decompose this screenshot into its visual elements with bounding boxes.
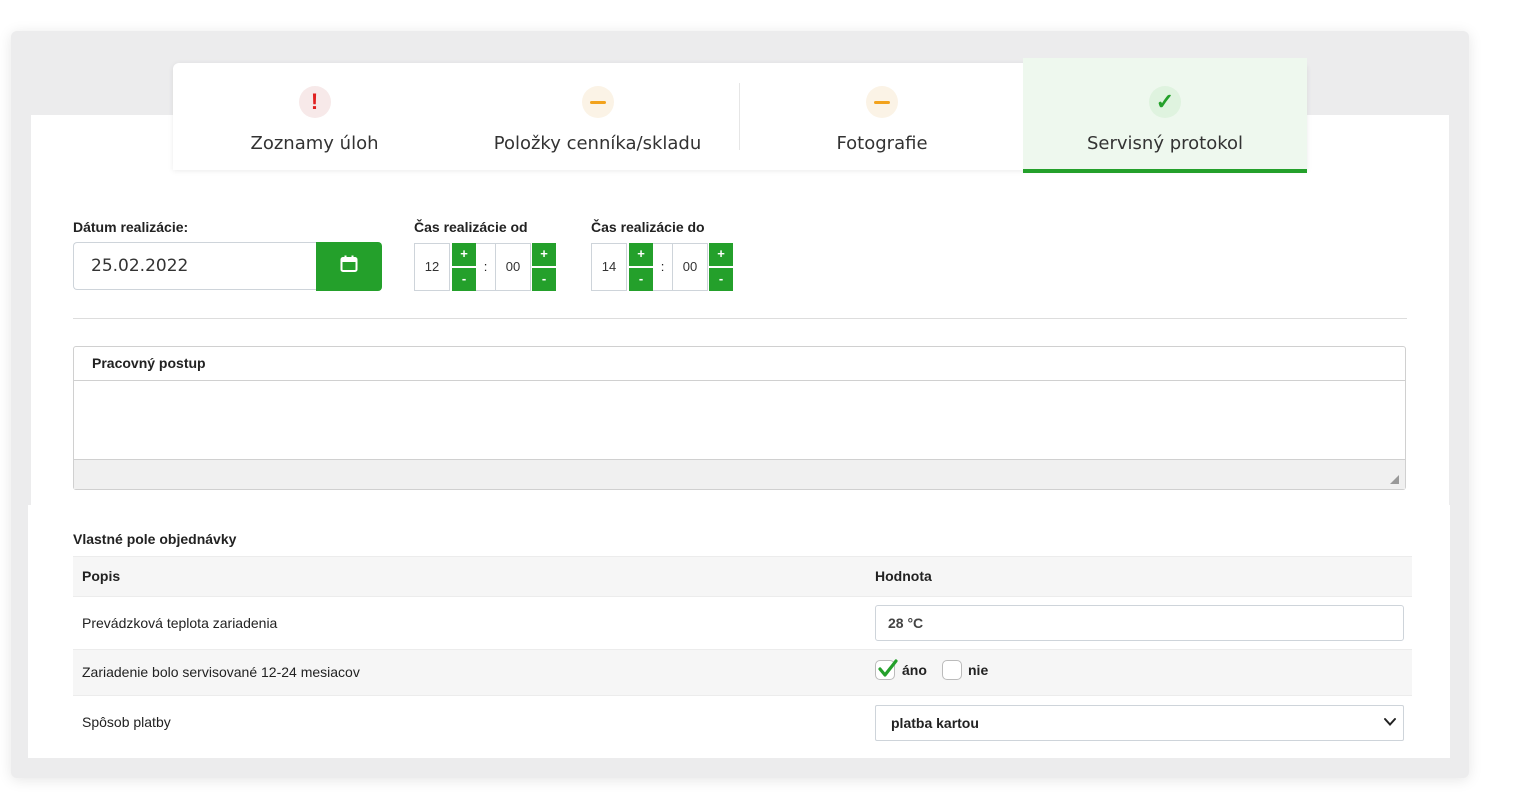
- dash-icon: [866, 86, 898, 118]
- time-to-hours[interactable]: 14: [591, 243, 627, 291]
- divider: [73, 318, 1407, 319]
- tab-label: Položky cenníka/skladu: [493, 133, 702, 154]
- editor-statusbar: [74, 459, 1405, 489]
- chevron-down-icon: [1384, 718, 1396, 726]
- table-header: Popis Hodnota: [73, 556, 1412, 596]
- tab-label: Zoznamy úloh: [250, 133, 379, 154]
- temperature-input[interactable]: 28 °C: [875, 605, 1404, 641]
- table-row: Zariadenie bolo servisované 12-24 mesiac…: [73, 649, 1412, 695]
- resize-handle[interactable]: [1390, 475, 1399, 484]
- increment-button[interactable]: +: [709, 243, 733, 266]
- time-from-label: Čas realizácie od: [414, 219, 528, 235]
- decrement-button[interactable]: -: [452, 268, 476, 291]
- custom-fields-table: Popis Hodnota Prevádzková teplota zariad…: [73, 556, 1412, 751]
- editor-title: Pracovný postup: [74, 347, 1405, 381]
- time-from-minutes[interactable]: 00: [495, 243, 531, 291]
- decrement-button[interactable]: -: [532, 268, 556, 291]
- work-procedure-editor: Pracovný postup: [73, 346, 1406, 490]
- tab-label: Fotografie: [836, 133, 928, 154]
- time-to-label: Čas realizácie do: [591, 219, 705, 235]
- increment-button[interactable]: +: [629, 243, 653, 266]
- time-from-minutes-stepper: + -: [532, 243, 556, 291]
- time-to-hours-stepper: + -: [629, 243, 653, 291]
- dash-icon: [581, 86, 614, 118]
- table-row: Prevádzková teplota zariadenia 28 °C: [73, 596, 1412, 649]
- time-from-hours-stepper: + -: [452, 243, 476, 291]
- checkbox-yes-label: áno: [902, 662, 927, 678]
- row-description: Prevádzková teplota zariadenia: [82, 615, 278, 631]
- checkbox-no[interactable]: [942, 660, 962, 680]
- date-label: Dátum realizácie:: [73, 219, 189, 235]
- increment-button[interactable]: +: [532, 243, 556, 266]
- decrement-button[interactable]: -: [629, 268, 653, 291]
- checkbox-yes[interactable]: [875, 659, 898, 680]
- custom-fields-title: Vlastné pole objednávky: [73, 531, 237, 547]
- payment-method-select[interactable]: platba kartou: [875, 705, 1404, 741]
- calendar-button[interactable]: [316, 242, 382, 291]
- check-icon: ✓: [1149, 86, 1181, 118]
- select-value: platba kartou: [891, 715, 979, 731]
- tab-task-lists[interactable]: ! Zoznamy úloh: [173, 63, 456, 170]
- step-tabs: ! Zoznamy úloh Položky cenníka/skladu Fo…: [173, 58, 1307, 173]
- tab-label: Servisný protokol: [1086, 133, 1244, 154]
- time-from-hours[interactable]: 12: [414, 243, 450, 291]
- time-separator: :: [476, 243, 495, 291]
- time-to-minutes[interactable]: 00: [672, 243, 708, 291]
- increment-button[interactable]: +: [452, 243, 476, 266]
- column-header-value: Hodnota: [875, 568, 932, 584]
- table-row: Spôsob platby platba kartou: [73, 695, 1412, 751]
- time-separator: :: [653, 243, 672, 291]
- row-description: Spôsob platby: [82, 714, 171, 730]
- date-input[interactable]: 25.02.2022: [73, 242, 317, 290]
- exclamation-icon: !: [298, 86, 331, 118]
- tab-price-items[interactable]: Položky cenníka/skladu: [456, 63, 739, 170]
- column-header-description: Popis: [82, 568, 121, 584]
- tab-photos[interactable]: Fotografie: [739, 83, 1024, 154]
- tab-service-protocol[interactable]: ✓ Servisný protokol: [1023, 58, 1307, 173]
- calendar-icon: [340, 255, 358, 278]
- time-to-minutes-stepper: + -: [709, 243, 733, 291]
- decrement-button[interactable]: -: [709, 268, 733, 291]
- checkbox-no-label: nie: [968, 662, 989, 678]
- editor-textarea[interactable]: [74, 381, 1405, 461]
- checkmark-icon: [878, 659, 898, 677]
- row-description: Zariadenie bolo servisované 12-24 mesiac…: [82, 664, 360, 680]
